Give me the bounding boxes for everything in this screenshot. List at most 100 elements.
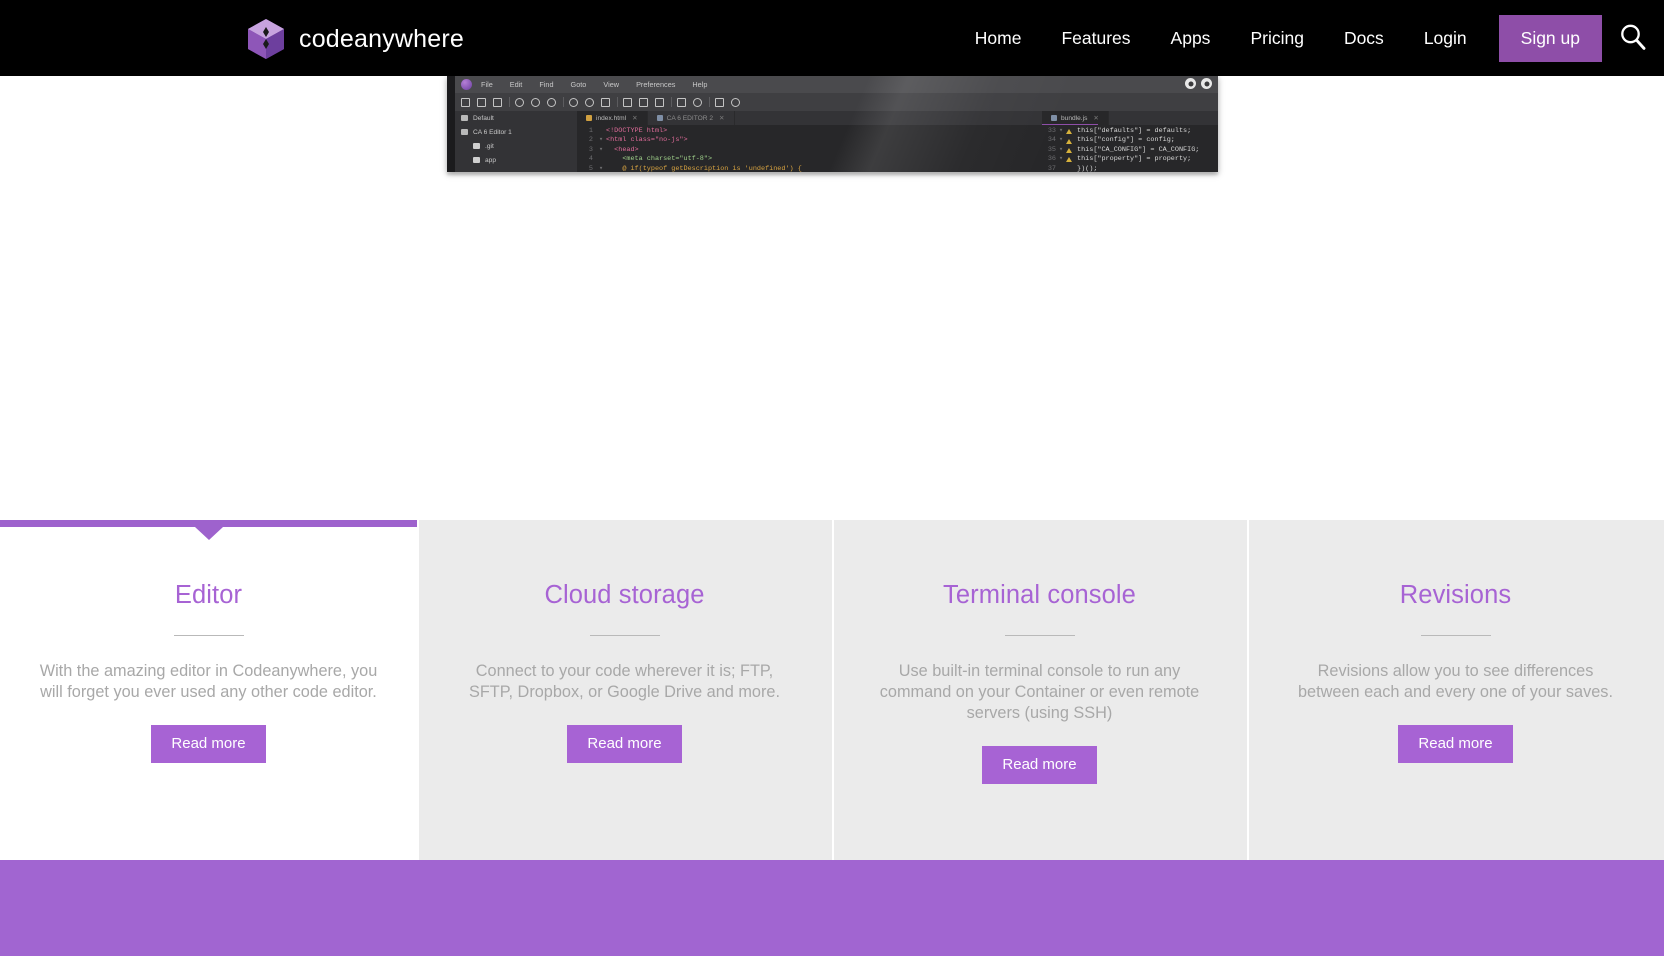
sidebar-workspace[interactable]: Default [455,111,577,125]
editor-menu-help[interactable]: Help [692,80,707,89]
read-more-button[interactable]: Read more [151,724,266,763]
close-icon[interactable]: ✕ [719,114,725,122]
editor-menu-file[interactable]: File [481,80,493,89]
search-button[interactable] [1602,0,1664,76]
feature-card-description: Connect to your code wherever it is; FTP… [469,661,780,701]
editor-menu-view[interactable]: View [603,80,619,89]
replace-icon[interactable] [585,97,594,107]
feature-cards-section: Editor With the amazing editor in Codean… [0,520,1664,860]
fold-marker[interactable] [599,127,606,136]
fold-marker[interactable]: ▾ [1059,127,1065,136]
refresh-icon[interactable] [547,97,556,107]
feature-card-revisions[interactable]: Revisions Revisions allow you to see dif… [1247,520,1664,860]
search-icon[interactable] [569,97,578,107]
editor-tab-ca6-editor-2[interactable]: CA 6 EDITOR 2 ✕ [648,111,735,125]
code-text: this["defaults"] = defaults; [1077,127,1192,135]
sign-up-button[interactable]: Sign up [1498,14,1602,62]
toolbar-separator [671,97,672,107]
minimize-icon[interactable] [1185,78,1196,89]
editor-right-pane: bundle.js ✕ 33 ▾ this["defaults"] = defa… [1042,111,1218,172]
settings-gear-icon[interactable] [731,97,740,107]
code-text: <head> [606,145,639,154]
editor-icon [461,129,468,135]
format-icon[interactable] [601,97,610,107]
line-number: 4 [588,155,593,164]
save-all-icon[interactable] [493,97,502,107]
read-more-button[interactable]: Read more [1398,724,1513,763]
code-line: 1 <!DOCTYPE html> [577,127,1042,136]
line-number: 5 [588,164,593,172]
read-more-button[interactable]: Read more [982,745,1097,784]
title-divider [173,634,244,636]
editor-menu-find[interactable]: Find [539,80,553,89]
toolbar-separator [563,97,564,107]
editor-app-logo-icon [461,79,472,90]
editor-menu-preferences[interactable]: Preferences [636,80,675,89]
redo-icon[interactable] [531,97,540,107]
editor-tab-label: bundle.js [1061,114,1088,122]
sidebar-item-ca6-editor-1[interactable]: CA 6 Editor 1 [455,125,577,139]
feature-card-description: With the amazing editor in Codeanywhere,… [39,661,378,701]
warning-icon [1066,148,1072,154]
card-divider [417,520,419,860]
split-horizontal-icon[interactable] [623,97,632,107]
read-more-button[interactable]: Read more [567,724,682,763]
code-text: <meta charset="utf-8"> [606,155,713,164]
editor-icon [656,115,663,121]
undo-icon[interactable] [515,97,524,107]
fold-marker[interactable]: ▾ [599,165,606,172]
nav-item-home[interactable]: Home [955,0,1042,76]
nav-item-features[interactable]: Features [1041,0,1150,76]
sidebar-item-label: CA 6 Editor 1 [473,128,512,136]
editor-menu-goto[interactable]: Goto [571,80,587,89]
editor-code-right[interactable]: 33 ▾ this["defaults"] = defaults; 34 ▾ t… [1042,125,1218,172]
deploy-icon[interactable] [677,97,686,107]
code-line: 37 })(); [1042,165,1218,172]
panel-icon[interactable] [655,97,664,107]
brand-logo[interactable]: codeanywhere [246,18,464,60]
editor-tab-index-html[interactable]: index.html ✕ [577,111,648,125]
nav-item-apps[interactable]: Apps [1151,0,1231,76]
fold-marker[interactable]: ▾ [1059,136,1065,145]
editor-menu-edit[interactable]: Edit [510,80,523,89]
nav-item-docs[interactable]: Docs [1324,0,1404,76]
editor-tab-bundle-js[interactable]: bundle.js ✕ [1042,111,1109,126]
editor-sidebar: Default CA 6 Editor 1 .git app [455,111,577,172]
split-vertical-icon[interactable] [639,97,648,107]
user-account-icon[interactable] [1201,78,1212,89]
close-icon[interactable]: ✕ [632,114,638,122]
nav-item-login[interactable]: Login [1404,0,1487,76]
new-file-icon[interactable] [461,97,470,107]
feature-card-editor[interactable]: Editor With the amazing editor in Codean… [0,520,417,860]
sidebar-item-app[interactable]: app [455,153,577,167]
history-icon[interactable] [693,97,702,107]
fold-marker[interactable]: ▾ [1059,146,1065,155]
feature-card-title: Revisions [1399,581,1512,609]
feature-card-terminal-console[interactable]: Terminal console Use built-in terminal c… [832,520,1247,860]
fold-marker[interactable] [599,155,606,164]
code-line: 5 ▾ @ if(typeof getDescription is 'undef… [577,165,1042,172]
code-line: 2 ▾ <html class="no-js"> [577,136,1042,145]
run-icon[interactable] [715,97,724,107]
nav-item-pricing[interactable]: Pricing [1230,0,1324,76]
brand-name: codeanywhere [299,24,465,53]
fold-marker[interactable]: ▾ [1059,155,1065,164]
fold-marker[interactable]: ▾ [599,136,606,145]
code-line: 35 ▾ this["CA_CONFIG"] = CA_CONFIG; [1042,146,1218,155]
line-number: 33 [1047,127,1056,135]
toolbar-separator [617,97,618,107]
feature-card-cloud-storage[interactable]: Cloud storage Connect to your code where… [417,520,832,860]
code-text: this["CA_CONFIG"] = CA_CONFIG; [1077,145,1200,154]
hero-section: File Edit Find Goto View Preferences Hel… [0,76,1664,520]
workspace-icon [461,115,468,121]
editor-code-left[interactable]: 1 <!DOCTYPE html> 2 ▾ <html class="no-js… [577,125,1042,172]
warning-icon [1066,157,1072,163]
editor-menubar: File Edit Find Goto View Preferences Hel… [455,76,1218,93]
save-icon[interactable] [477,97,486,107]
sidebar-item-git[interactable]: .git [455,139,577,153]
editor-tab-label: index.html [596,114,627,122]
line-number: 2 [588,136,593,145]
close-icon[interactable]: ✕ [1093,114,1099,122]
fold-marker[interactable]: ▾ [599,146,606,155]
feature-card-description: Revisions allow you to see differences b… [1298,661,1613,701]
